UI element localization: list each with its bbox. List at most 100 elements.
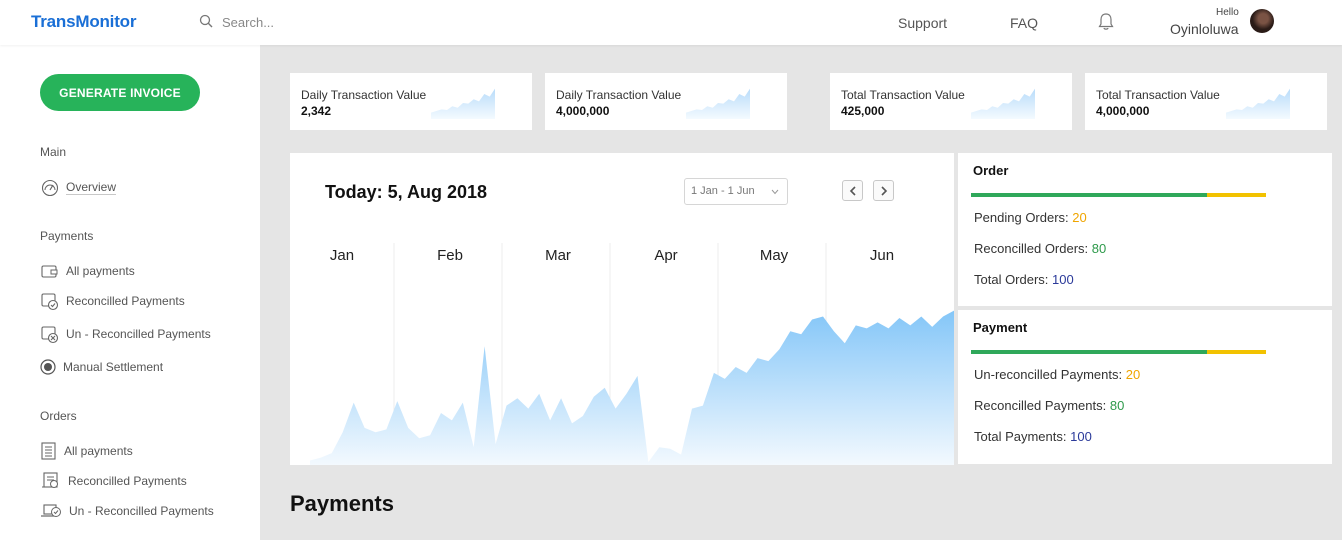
wallet-icon [40, 261, 60, 281]
row-label: Total Payments: [974, 429, 1071, 444]
sidebar-item-orders-all[interactable]: All payments [40, 441, 133, 461]
transactions-chart-panel: Jan Feb Mar Apr May Jun Today: 5, Aug 2018 1 … [290, 153, 954, 465]
unreconciled-payments-row: Un-reconcilled Payments: 20 [974, 367, 1140, 382]
chevron-left-icon [849, 185, 856, 196]
row-value: 20 [1072, 210, 1087, 225]
date-range-value: 1 Jan - 1 Jun [691, 185, 755, 197]
stat-value: 2,342 [301, 104, 332, 118]
search-input[interactable] [222, 12, 462, 32]
receipt-icon [40, 471, 62, 491]
stat-value: 425,000 [841, 104, 885, 118]
row-label: Reconcilled Payments: [974, 398, 1110, 413]
row-label: Pending Orders: [974, 210, 1073, 225]
month-label: Jan [330, 247, 354, 264]
progress-pending [1207, 193, 1266, 197]
laptop-check-icon [40, 501, 63, 521]
order-progress-bar [971, 193, 1266, 197]
sidebar-item-orders-reconciled[interactable]: Reconcilled Payments [40, 471, 187, 491]
sidebar-item-orders-unreconciled[interactable]: Un - Reconcilled Payments [40, 501, 214, 521]
stat-label: Daily Transaction Value [301, 88, 427, 102]
sidebar-item-label: All payments [64, 444, 133, 458]
month-label: Feb [437, 247, 463, 264]
sidebar-item-label: Manual Settlement [63, 360, 164, 374]
progress-unreconciled [1207, 350, 1266, 354]
sidebar-item-label: Un - Reconcilled Payments [66, 327, 211, 341]
sidebar-item-label: Overview [66, 179, 117, 195]
sparkline-area [1226, 88, 1290, 119]
sparkline-chart [431, 88, 495, 119]
stat-label: Total Transaction Value [841, 88, 965, 102]
radio-icon [40, 357, 56, 377]
stat-card-total-value-1: Total Transaction Value 425,000 [830, 73, 1072, 130]
faq-link[interactable]: FAQ [1010, 15, 1038, 31]
progress-reconciled [971, 350, 1207, 354]
sparkline-area [971, 88, 1035, 119]
row-value: 20 [1125, 367, 1141, 382]
row-label: Un-reconcilled Payments: [974, 367, 1126, 382]
wallet-check-icon [40, 291, 60, 311]
sidebar-item-manual-settlement[interactable]: Manual Settlement [40, 357, 163, 377]
chevron-down-icon [771, 189, 779, 195]
payment-progress-bar [971, 350, 1266, 354]
bell-icon[interactable] [1097, 12, 1115, 32]
sparkline-area [431, 88, 495, 119]
wallet-cross-icon [40, 324, 60, 344]
stat-card-daily-value-2: Daily Transaction Value 4,000,000 [545, 73, 787, 130]
stat-value: 4,000,000 [1096, 104, 1150, 118]
stat-label: Total Transaction Value [1096, 88, 1220, 102]
month-label: Jun [870, 247, 894, 264]
support-link[interactable]: Support [898, 15, 947, 31]
month-label: Apr [654, 247, 677, 264]
sidebar-item-unreconciled-payments[interactable]: Un - Reconcilled Payments [40, 324, 211, 344]
sparkline-chart [971, 88, 1035, 119]
area-series [310, 310, 954, 465]
reconciled-payments-row: Reconcilled Payments: 80 [974, 398, 1124, 413]
sparkline-area [686, 88, 750, 119]
sidebar: GENERATE INVOICE Main Overview Payments … [0, 45, 260, 540]
stat-card-total-value-2: Total Transaction Value 4,000,000 [1085, 73, 1327, 130]
date-range-select[interactable]: 1 Jan - 1 Jun [684, 178, 788, 205]
stat-label: Daily Transaction Value [556, 88, 682, 102]
order-summary-card: Order Pending Orders: 20 Reconcilled Ord… [958, 153, 1332, 306]
gauge-icon [40, 177, 60, 197]
sidebar-item-all-payments[interactable]: All payments [40, 261, 135, 281]
search-icon [199, 14, 213, 28]
total-payments-row: Total Payments: 100 [974, 429, 1092, 444]
generate-invoice-button[interactable]: GENERATE INVOICE [40, 74, 200, 111]
payments-section-title: Payments [290, 491, 394, 516]
row-value: 100 [1070, 429, 1092, 444]
row-value: 80 [1091, 241, 1107, 256]
prev-period-button[interactable] [842, 180, 863, 201]
stat-card-daily-value-1: Daily Transaction Value 2,342 [290, 73, 532, 130]
sidebar-item-label: Un - Reconcilled Payments [69, 504, 214, 518]
stat-value: 4,000,000 [556, 104, 610, 118]
today-date: Today: 5, Aug 2018 [325, 182, 488, 202]
progress-reconciled [971, 193, 1207, 197]
sidebar-heading-payments: Payments [40, 229, 94, 243]
payment-summary-card: Payment Un-reconcilled Payments: 20 Reco… [958, 310, 1332, 464]
top-header: TransMonitor Support FAQ Hello Oyinloluw… [0, 0, 1342, 45]
username[interactable]: Oyinloluwa [1170, 21, 1238, 37]
reconciled-orders-row: Reconcilled Orders: 80 [974, 241, 1106, 256]
greeting-text: Hello [1216, 7, 1239, 18]
card-title: Order [973, 163, 1009, 178]
list-icon [40, 441, 58, 461]
brand-logo[interactable]: TransMonitor [31, 12, 136, 32]
next-period-button[interactable] [873, 180, 894, 201]
row-label: Reconcilled Orders: [974, 241, 1092, 256]
sidebar-item-reconciled-payments[interactable]: Reconcilled Payments [40, 291, 185, 311]
sparkline-chart [1226, 88, 1290, 119]
card-title: Payment [973, 320, 1028, 335]
month-label: Mar [545, 247, 571, 264]
sidebar-item-overview[interactable]: Overview [40, 177, 117, 197]
sidebar-item-label: Reconcilled Payments [66, 294, 185, 308]
avatar[interactable] [1250, 9, 1274, 33]
sidebar-item-label: Reconcilled Payments [68, 474, 187, 488]
sidebar-heading-orders: Orders [40, 409, 77, 423]
chevron-right-icon [880, 185, 887, 196]
sidebar-heading-main: Main [40, 145, 67, 159]
sidebar-item-label: All payments [66, 264, 135, 278]
total-orders-row: Total Orders: 100 [974, 272, 1074, 287]
row-value: 100 [1052, 272, 1074, 287]
month-label: May [760, 247, 789, 264]
